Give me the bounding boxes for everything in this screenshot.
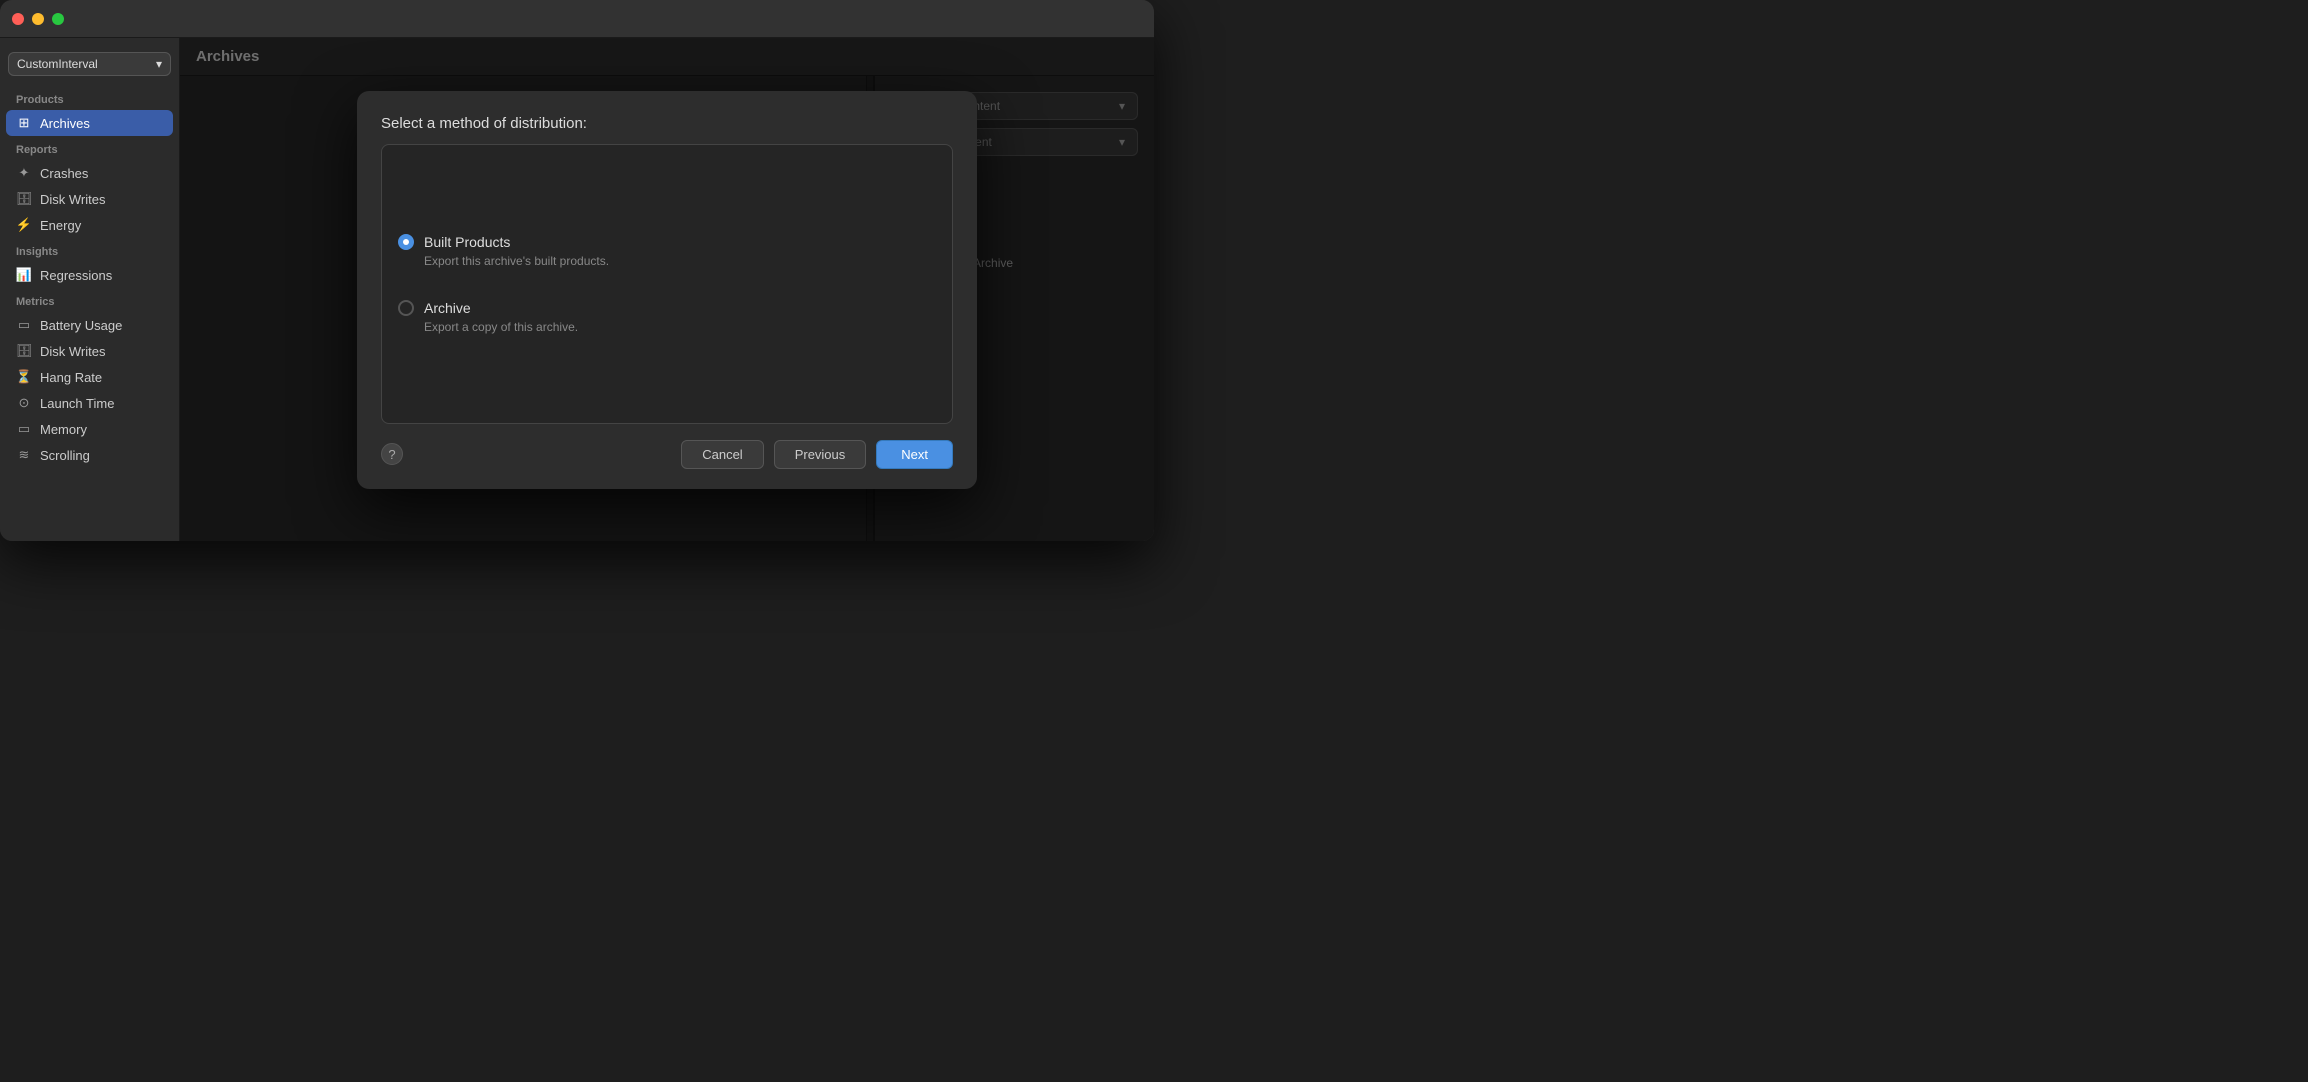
traffic-lights — [12, 13, 64, 25]
modal-header: Select a method of distribution: — [357, 91, 977, 144]
products-section-header: Products — [0, 86, 179, 110]
sidebar-item-energy-label: Energy — [40, 218, 81, 233]
sidebar-item-scrolling[interactable]: ≋ Scrolling — [0, 442, 179, 468]
metrics-section-header: Metrics — [0, 288, 179, 312]
sidebar-item-regressions[interactable]: 📊 Regressions — [0, 262, 179, 288]
sidebar-item-disk-writes-metrics[interactable]: 🗄 Disk Writes — [0, 338, 179, 364]
built-products-option: Built Products Export this archive's bui… — [398, 234, 936, 268]
sidebar-item-scrolling-label: Scrolling — [40, 448, 90, 463]
sidebar-item-archives[interactable]: ⊞ Archives — [6, 110, 173, 136]
titlebar — [0, 0, 1154, 38]
sidebar-item-hang-rate[interactable]: ⏳ Hang Rate — [0, 364, 179, 390]
main-content: Archives Distribute Content ▾ — [180, 38, 1154, 541]
hang-rate-icon: ⏳ — [16, 369, 32, 385]
archives-icon: ⊞ — [16, 115, 32, 131]
disk-writes-icon: 🗄 — [16, 191, 32, 207]
help-button[interactable]: ? — [381, 443, 403, 465]
maximize-button[interactable] — [52, 13, 64, 25]
next-button[interactable]: Next — [876, 440, 953, 469]
previous-button[interactable]: Previous — [774, 440, 867, 469]
built-products-radio[interactable] — [398, 234, 414, 250]
crashes-icon: ✦ — [16, 165, 32, 181]
archive-radio[interactable] — [398, 300, 414, 316]
sidebar-item-archives-label: Archives — [40, 116, 90, 131]
energy-icon: ⚡ — [16, 217, 32, 233]
reports-section-header: Reports — [0, 136, 179, 160]
sidebar-item-hang-rate-label: Hang Rate — [40, 370, 102, 385]
window-body: CustomInterval ▾ Products ⊞ Archives Rep… — [0, 38, 1154, 541]
help-icon: ? — [388, 447, 395, 462]
sidebar: CustomInterval ▾ Products ⊞ Archives Rep… — [0, 38, 180, 541]
chevron-down-icon: ▾ — [156, 57, 162, 71]
modal-options-area: Built Products Export this archive's bui… — [381, 144, 953, 424]
modal-title: Select a method of distribution: — [381, 115, 953, 132]
sidebar-item-battery-label: Battery Usage — [40, 318, 122, 333]
built-products-label: Built Products — [424, 234, 510, 250]
modal-footer-left: ? — [381, 443, 403, 465]
memory-icon: ▭ — [16, 421, 32, 437]
battery-icon: ▭ — [16, 317, 32, 333]
modal-footer-right: Cancel Previous Next — [681, 440, 953, 469]
close-button[interactable] — [12, 13, 24, 25]
sidebar-item-disk-writes-metrics-label: Disk Writes — [40, 344, 105, 359]
regressions-icon: 📊 — [16, 267, 32, 283]
distribution-modal: Select a method of distribution: Built P… — [357, 91, 977, 489]
minimize-button[interactable] — [32, 13, 44, 25]
sidebar-item-disk-writes[interactable]: 🗄 Disk Writes — [0, 186, 179, 212]
sidebar-item-memory[interactable]: ▭ Memory — [0, 416, 179, 442]
sidebar-item-crashes[interactable]: ✦ Crashes — [0, 160, 179, 186]
modal-overlay: Select a method of distribution: Built P… — [180, 38, 1154, 541]
disk-writes-metrics-icon: 🗄 — [16, 343, 32, 359]
sidebar-item-battery-usage[interactable]: ▭ Battery Usage — [0, 312, 179, 338]
scrolling-icon: ≋ — [16, 447, 32, 463]
sidebar-item-memory-label: Memory — [40, 422, 87, 437]
built-products-row: Built Products — [398, 234, 936, 250]
sidebar-item-regressions-label: Regressions — [40, 268, 112, 283]
sidebar-item-energy[interactable]: ⚡ Energy — [0, 212, 179, 238]
modal-footer: ? Cancel Previous Next — [357, 424, 977, 489]
archive-row: Archive — [398, 300, 936, 316]
main-window: CustomInterval ▾ Products ⊞ Archives Rep… — [0, 0, 1154, 541]
sidebar-item-disk-writes-label: Disk Writes — [40, 192, 105, 207]
custom-interval-dropdown[interactable]: CustomInterval ▾ — [8, 52, 171, 76]
built-products-desc: Export this archive's built products. — [424, 254, 936, 268]
dropdown-label: CustomInterval — [17, 57, 98, 71]
archive-label: Archive — [424, 300, 471, 316]
cancel-button[interactable]: Cancel — [681, 440, 763, 469]
sidebar-item-launch-time[interactable]: ⊙ Launch Time — [0, 390, 179, 416]
archive-desc: Export a copy of this archive. — [424, 320, 936, 334]
sidebar-item-crashes-label: Crashes — [40, 166, 88, 181]
sidebar-item-launch-time-label: Launch Time — [40, 396, 114, 411]
archive-option: Archive Export a copy of this archive. — [398, 300, 936, 334]
insights-section-header: Insights — [0, 238, 179, 262]
launch-time-icon: ⊙ — [16, 395, 32, 411]
